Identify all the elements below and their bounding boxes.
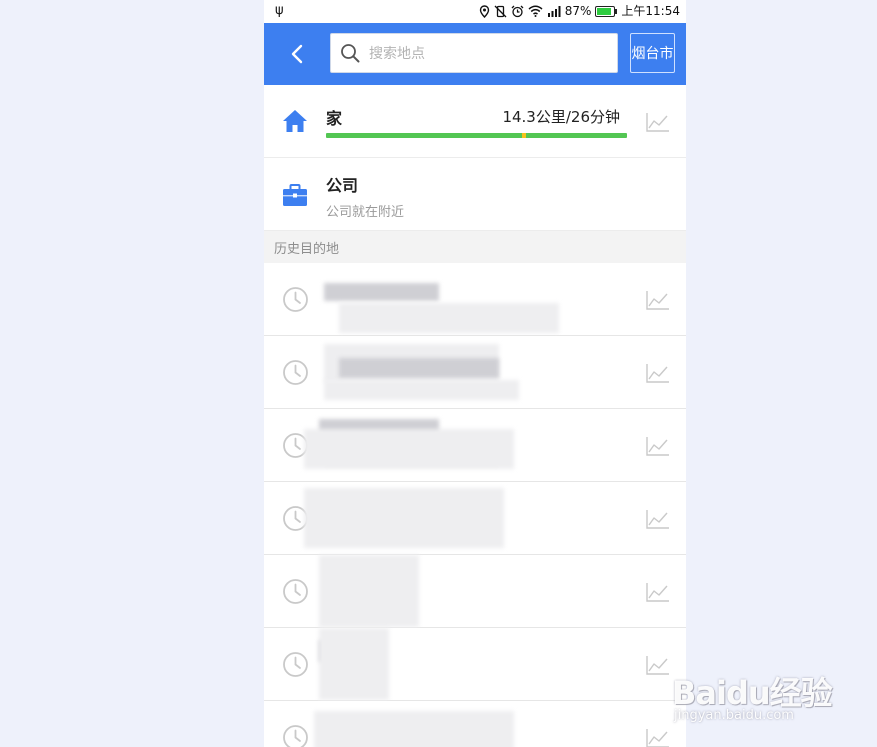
battery-percent: 87% bbox=[564, 4, 592, 18]
redacted-text bbox=[324, 283, 439, 301]
trend-chart-icon[interactable] bbox=[646, 363, 670, 383]
history-item[interactable] bbox=[264, 555, 686, 628]
traffic-bar bbox=[326, 133, 627, 138]
history-item[interactable] bbox=[264, 701, 686, 747]
search-icon bbox=[341, 44, 360, 63]
trend-chart-icon[interactable] bbox=[646, 582, 670, 602]
watermark-url: jingyan.baidu.com bbox=[674, 708, 794, 723]
search-input[interactable] bbox=[367, 34, 611, 74]
history-section-title: 历史目的地 bbox=[274, 242, 340, 257]
status-bar: ψ 87% 上午11:54 bbox=[264, 0, 686, 23]
vibrate-icon bbox=[494, 5, 507, 17]
phone-screen: ψ 87% 上午11:54 搜索地点 烟台市 家 14.3公里/26分钟 公司 … bbox=[264, 0, 686, 747]
search-header: 烟台市 bbox=[264, 23, 686, 85]
home-eta: 14.3公里/26分钟 bbox=[502, 108, 620, 126]
company-label: 公司 bbox=[326, 176, 359, 195]
home-icon bbox=[283, 110, 307, 132]
company-shortcut[interactable]: 公司 公司就在附近 bbox=[264, 158, 686, 231]
traffic-slow-segment bbox=[521, 133, 526, 138]
home-shortcut[interactable]: 家 14.3公里/26分钟 bbox=[264, 85, 686, 158]
usb-icon: ψ bbox=[275, 3, 284, 18]
signal-icon bbox=[547, 5, 561, 17]
history-section-header: 历史目的地 bbox=[264, 231, 686, 263]
home-label: 家 bbox=[326, 109, 343, 128]
location-icon bbox=[479, 4, 489, 18]
battery-level bbox=[597, 7, 612, 15]
battery-icon bbox=[595, 5, 618, 17]
search-box[interactable] bbox=[330, 33, 618, 74]
history-item[interactable] bbox=[264, 263, 686, 336]
alarm-icon bbox=[511, 5, 524, 17]
history-item[interactable] bbox=[264, 628, 686, 701]
redacted-text bbox=[339, 358, 499, 378]
history-item[interactable] bbox=[264, 409, 686, 482]
chevron-left-icon bbox=[291, 44, 303, 64]
redacted-text bbox=[304, 488, 504, 548]
redacted-text bbox=[304, 429, 514, 469]
clock-icon bbox=[283, 725, 308, 747]
redacted-text bbox=[339, 303, 559, 333]
baidu-watermark: Baidu经验 jingyan.baidu.com bbox=[672, 652, 842, 732]
status-icons: 87% 上午11:54 bbox=[479, 3, 680, 19]
briefcase-icon bbox=[283, 184, 307, 206]
history-item[interactable] bbox=[264, 336, 686, 409]
company-subtitle: 公司就在附近 bbox=[326, 205, 405, 220]
redacted-text bbox=[319, 628, 389, 700]
trend-chart-icon[interactable] bbox=[646, 436, 670, 456]
trend-chart-icon[interactable] bbox=[646, 728, 670, 747]
clock-icon bbox=[283, 287, 308, 312]
redacted-text bbox=[319, 555, 419, 627]
city-selector-button[interactable]: 烟台市 bbox=[630, 33, 675, 73]
trend-chart-icon[interactable] bbox=[646, 290, 670, 310]
status-time: 上午11:54 bbox=[621, 4, 680, 18]
redacted-text bbox=[324, 380, 519, 400]
trend-chart-icon[interactable] bbox=[646, 112, 670, 132]
back-button[interactable] bbox=[284, 39, 310, 69]
redacted-text bbox=[314, 711, 514, 747]
clock-icon bbox=[283, 652, 308, 677]
clock-icon bbox=[283, 360, 308, 385]
wifi-icon bbox=[528, 5, 543, 17]
history-item[interactable] bbox=[264, 482, 686, 555]
clock-icon bbox=[283, 579, 308, 604]
trend-chart-icon[interactable] bbox=[646, 509, 670, 529]
trend-chart-icon[interactable] bbox=[646, 655, 670, 675]
